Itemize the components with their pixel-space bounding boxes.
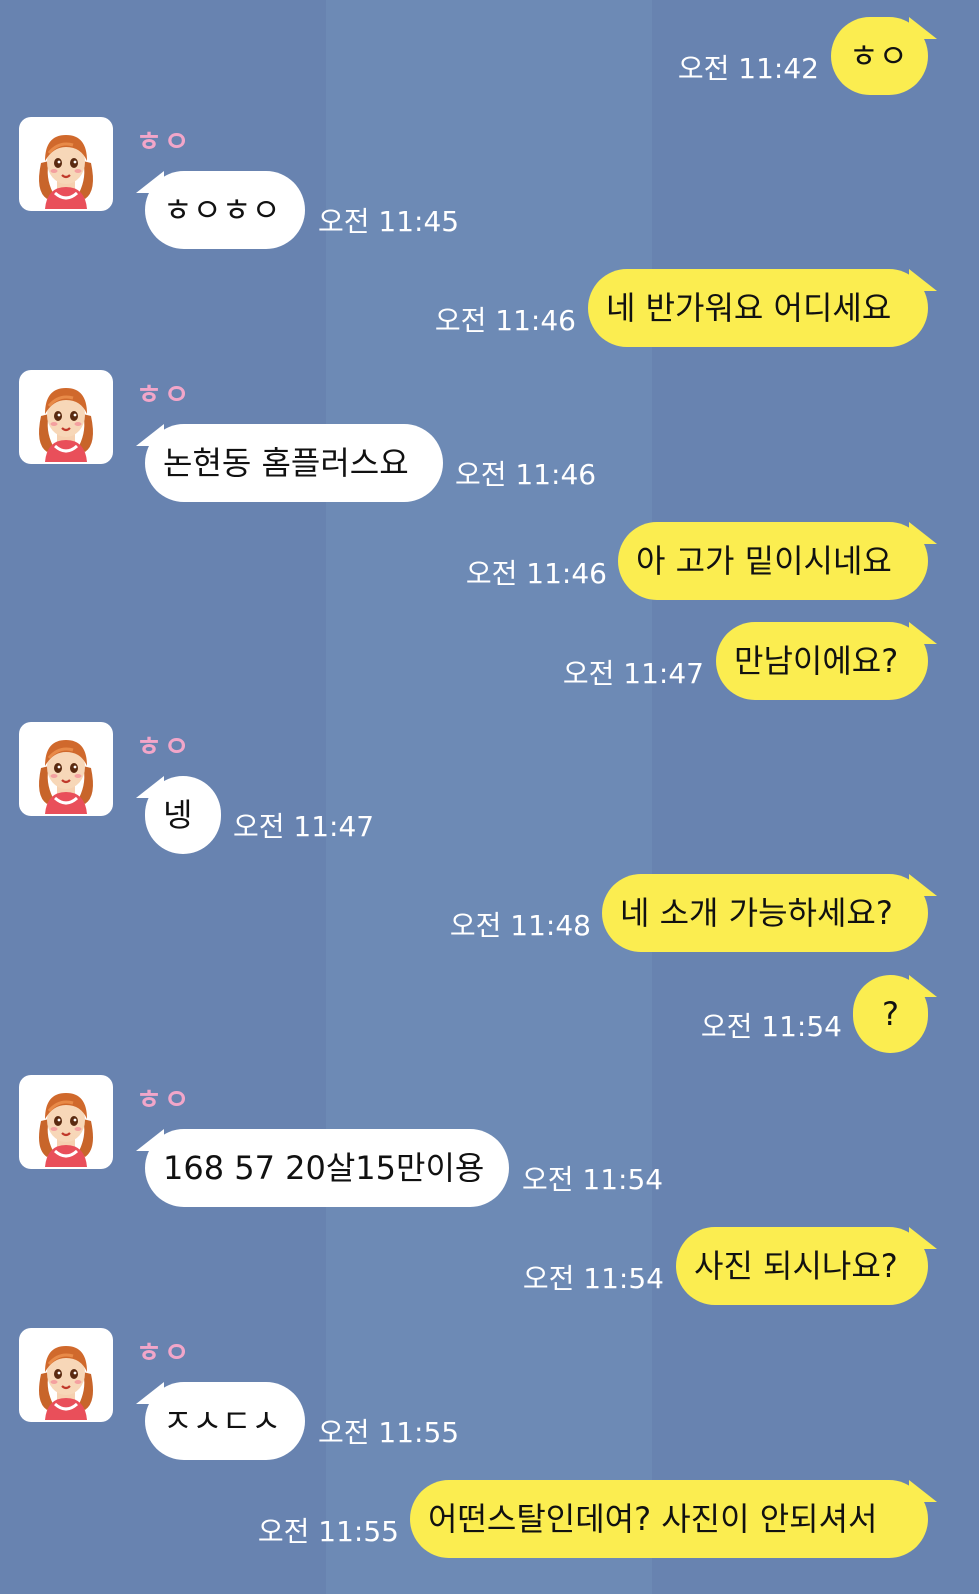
- outgoing-message-bubble[interactable]: 사진 되시나요?: [676, 1227, 937, 1305]
- message-timestamp: 오전 11:54: [522, 1262, 664, 1295]
- sender-name: ㅎㅇ: [136, 1083, 192, 1116]
- incoming-message-bubble[interactable]: 넹: [136, 776, 221, 854]
- cartoon-girl-avatar-icon: [39, 388, 93, 462]
- sender-name: ㅎㅇ: [136, 125, 192, 158]
- incoming-message-bubble[interactable]: 논현동 홈플러스요: [136, 424, 443, 502]
- outgoing-message-bubble[interactable]: 아 고가 밑이시네요: [618, 522, 937, 600]
- outgoing-message-bubble[interactable]: 만남이에요?: [716, 622, 937, 700]
- cartoon-girl-avatar-icon: [39, 135, 93, 209]
- incoming-message-bubble[interactable]: ㅈㅅㄷㅅ: [136, 1382, 305, 1460]
- outgoing-message-bubble[interactable]: ?: [853, 975, 937, 1053]
- message-timestamp: 오전 11:46: [434, 304, 576, 337]
- incoming-message-bubble[interactable]: ㅎㅇㅎㅇ: [136, 171, 305, 249]
- message-timestamp: 오전 11:54: [700, 1010, 842, 1043]
- contact-avatar[interactable]: [19, 117, 113, 211]
- chat-area[interactable]: ㅎㅇ 오전 11:42 ㅎㅇ ㅎㅇㅎㅇ 오전 11:45 네 반가워요 어디세요…: [0, 0, 979, 1594]
- message-timestamp: 오전 11:47: [233, 810, 375, 843]
- message-timestamp: 오전 11:55: [257, 1515, 399, 1548]
- contact-avatar[interactable]: [19, 370, 113, 464]
- outgoing-message-bubble[interactable]: 어떤스탈인데여? 사진이 안되셔서: [410, 1480, 937, 1558]
- contact-avatar[interactable]: [19, 722, 113, 816]
- background-panel: [652, 0, 979, 1594]
- contact-avatar[interactable]: [19, 1075, 113, 1169]
- incoming-message-bubble[interactable]: 168 57 20살15만이용: [136, 1129, 509, 1207]
- outgoing-message-bubble[interactable]: ㅎㅇ: [831, 17, 937, 95]
- sender-name: ㅎㅇ: [136, 378, 192, 411]
- message-timestamp: 오전 11:45: [318, 205, 460, 238]
- cartoon-girl-avatar-icon: [39, 1346, 93, 1420]
- cartoon-girl-avatar-icon: [39, 740, 93, 814]
- background-panel: [326, 0, 652, 1594]
- message-timestamp: 오전 11:46: [465, 557, 607, 590]
- message-timestamp: 오전 11:47: [562, 657, 704, 690]
- message-timestamp: 오전 11:42: [677, 52, 819, 85]
- contact-avatar[interactable]: [19, 1328, 113, 1422]
- cartoon-girl-avatar-icon: [39, 1093, 93, 1167]
- outgoing-message-bubble[interactable]: 네 반가워요 어디세요: [588, 269, 937, 347]
- message-timestamp: 오전 11:55: [318, 1416, 460, 1449]
- sender-name: ㅎㅇ: [136, 730, 192, 763]
- message-timestamp: 오전 11:46: [455, 458, 597, 491]
- outgoing-message-bubble[interactable]: 네 소개 가능하세요?: [602, 874, 937, 952]
- message-timestamp: 오전 11:48: [449, 909, 591, 942]
- message-timestamp: 오전 11:54: [522, 1163, 664, 1196]
- sender-name: ㅎㅇ: [136, 1336, 192, 1369]
